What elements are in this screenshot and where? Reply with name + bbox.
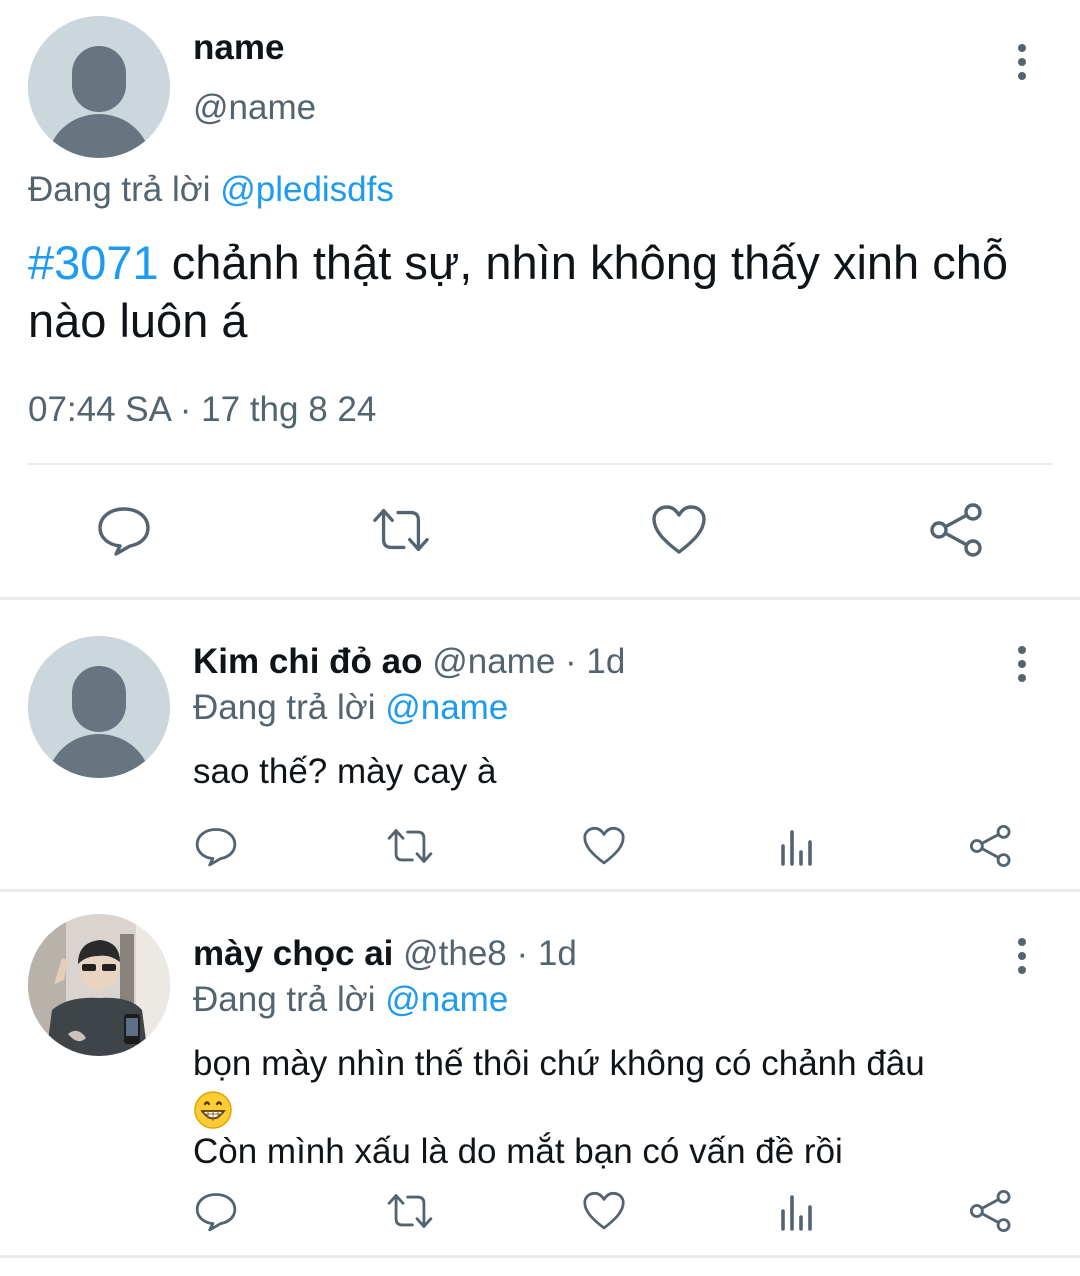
retweet-icon[interactable] bbox=[371, 500, 431, 560]
default-avatar-icon bbox=[28, 636, 170, 778]
section-divider bbox=[0, 1255, 1080, 1258]
reply-icon[interactable] bbox=[94, 500, 154, 560]
share-icon[interactable] bbox=[967, 822, 1015, 870]
replying-to-label: Đang trả lời bbox=[28, 170, 211, 209]
user-photo-avatar bbox=[28, 914, 170, 1056]
reply-author-name[interactable]: Kim chi đỏ ao bbox=[193, 642, 422, 681]
reply-time: · 1d bbox=[516, 934, 577, 973]
divider bbox=[28, 463, 1052, 465]
reply-text-line-1: bọn mày nhìn thế thôi chứ không có chảnh… bbox=[193, 1044, 925, 1083]
author-name[interactable]: name bbox=[193, 28, 284, 68]
tweet-text: #3071 chảnh thật sự, nhìn không thấy xin… bbox=[28, 234, 1063, 350]
like-icon[interactable] bbox=[580, 1187, 628, 1235]
hashtag-link[interactable]: #3071 bbox=[28, 236, 159, 289]
emoji-line bbox=[193, 1086, 1053, 1130]
reply-text: sao thế? mày cay à bbox=[193, 752, 497, 791]
replying-to-handle[interactable]: @pledisdfs bbox=[220, 170, 394, 209]
reply-author-handle[interactable]: @name bbox=[432, 642, 555, 681]
reply-header: mày chọc ai @the8 · 1d bbox=[193, 934, 577, 974]
replying-to-handle[interactable]: @name bbox=[385, 980, 508, 1019]
reply-author-handle[interactable]: @the8 bbox=[403, 934, 507, 973]
reply-tweet[interactable]: Kim chi đỏ ao @name · 1d Đang trả lời @n… bbox=[0, 600, 1080, 889]
retweet-icon[interactable] bbox=[386, 1187, 434, 1235]
like-icon[interactable] bbox=[649, 500, 709, 560]
views-icon[interactable] bbox=[773, 1187, 821, 1235]
reply-time: · 1d bbox=[565, 642, 626, 681]
reply-header: Kim chi đỏ ao @name · 1d bbox=[193, 642, 625, 682]
reply-icon[interactable] bbox=[192, 1187, 240, 1235]
reply-tweet[interactable]: mày chọc ai @the8 · 1d Đang trả lời @nam… bbox=[0, 892, 1080, 1255]
replying-to-label: Đang trả lời bbox=[193, 980, 376, 1019]
replying-to: Đang trả lời @name bbox=[193, 688, 508, 728]
more-options-icon[interactable] bbox=[1004, 42, 1040, 82]
views-icon[interactable] bbox=[773, 822, 821, 870]
reply-author-name[interactable]: mày chọc ai bbox=[193, 934, 393, 973]
grinning-face-emoji bbox=[193, 1090, 233, 1130]
author-handle[interactable]: @name bbox=[193, 88, 316, 128]
more-options-icon[interactable] bbox=[1004, 644, 1040, 684]
replying-to: Đang trả lời @pledisdfs bbox=[28, 170, 394, 210]
reply-text: bọn mày nhìn thế thôi chứ không có chảnh… bbox=[193, 1042, 1053, 1174]
share-icon[interactable] bbox=[967, 1187, 1015, 1235]
main-tweet: name @name Đang trả lời @pledisdfs #3071… bbox=[0, 0, 1080, 597]
reply-icon[interactable] bbox=[192, 822, 240, 870]
default-avatar-icon bbox=[28, 16, 170, 158]
retweet-icon[interactable] bbox=[386, 822, 434, 870]
replying-to-label: Đang trả lời bbox=[193, 688, 376, 727]
like-icon[interactable] bbox=[580, 822, 628, 870]
reply-avatar[interactable] bbox=[28, 636, 170, 778]
tweet-timestamp[interactable]: 07:44 SA · 17 thg 8 24 bbox=[28, 390, 376, 430]
tweet-body: chảnh thật sự, nhìn không thấy xinh chỗ … bbox=[28, 236, 1009, 347]
replying-to-handle[interactable]: @name bbox=[385, 688, 508, 727]
share-icon[interactable] bbox=[927, 500, 987, 560]
replying-to: Đang trả lời @name bbox=[193, 980, 508, 1020]
reply-avatar[interactable] bbox=[28, 914, 170, 1056]
author-avatar[interactable] bbox=[28, 16, 170, 158]
more-options-icon[interactable] bbox=[1004, 936, 1040, 976]
reply-text-line-2: Còn mình xấu là do mắt bạn có vấn đề rồi bbox=[193, 1132, 843, 1171]
